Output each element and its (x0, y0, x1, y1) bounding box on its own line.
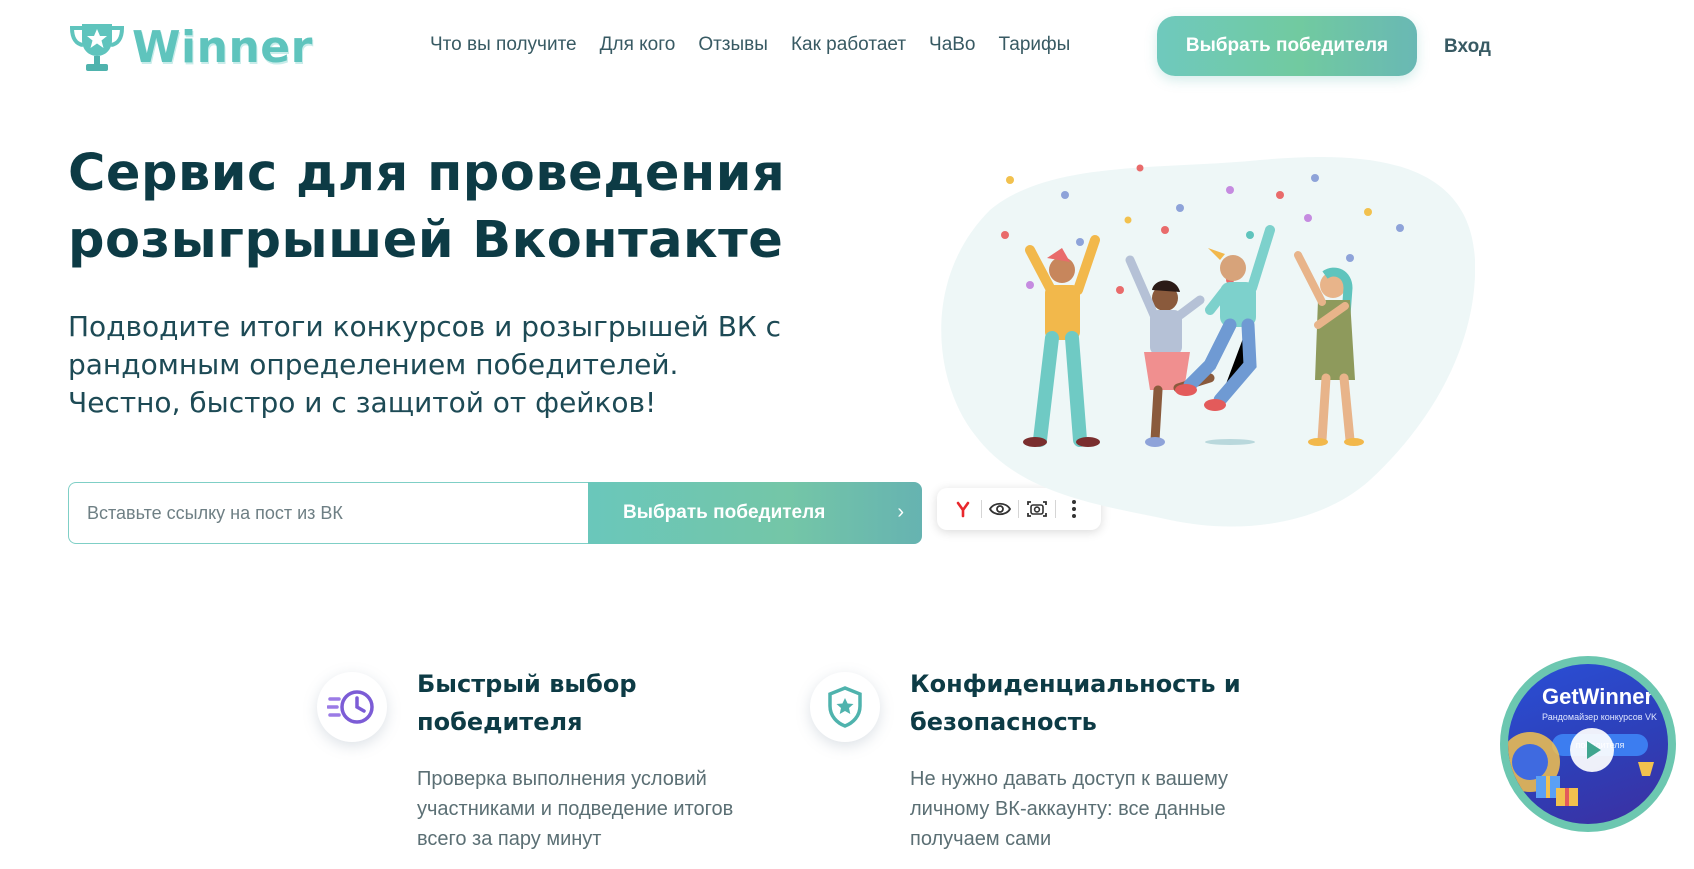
feature-text-line: участниками и подведение итогов (417, 798, 734, 820)
feature-title-line: победителя (417, 708, 583, 736)
feature-title-security: Конфиденциальность и безопасность (910, 665, 1290, 741)
feature-title-line: Быстрый выбор (417, 670, 637, 698)
hero-title: Сервис для проведения розыгрышей Вконтак… (68, 144, 786, 270)
promo-video-bubble[interactable]: GetWinner Рандомайзер конкурсов VK побед… (1500, 656, 1676, 832)
feature-text-speed: Проверка выполнения условий участниками … (417, 764, 777, 854)
nav-link-how-it-works[interactable]: Как работает (791, 34, 906, 56)
logo[interactable]: Winner (68, 18, 313, 76)
feature-text-security: Не нужно давать доступ к вашему личному … (910, 764, 1290, 854)
logo-text: Winner (132, 21, 313, 73)
play-icon[interactable] (1570, 728, 1614, 772)
celebrating-people-illustration (941, 156, 1475, 527)
hero-subtitle: Подводите итоги конкурсов и розыгрышей В… (68, 308, 868, 422)
feature-icon-speed (317, 672, 387, 742)
feature-title-line: безопасность (910, 708, 1097, 736)
main-nav: Что вы получите Для кого Отзывы Как рабо… (430, 34, 1093, 56)
feature-text-line: личному ВК-аккаунту: все данные (910, 798, 1226, 820)
post-link-input[interactable] (68, 482, 588, 544)
login-link[interactable]: Вход (1444, 36, 1491, 58)
nav-link-faq[interactable]: ЧаВо (929, 34, 975, 56)
hero-subtitle-line: Подводите итоги конкурсов и розыгрышей В… (68, 310, 782, 343)
chevron-right-icon: › (897, 501, 904, 523)
clock-fast-icon (327, 690, 374, 724)
nav-link-pricing[interactable]: Тарифы (999, 34, 1071, 56)
pick-winner-button-label: Выбрать победителя (623, 502, 826, 523)
trophy-icon (69, 24, 125, 71)
pick-winner-button[interactable]: Выбрать победителя › (588, 482, 922, 544)
site-header: Winner Что вы получите Для кого Отзывы К… (0, 0, 1694, 96)
feature-text-line: всего за пару минут (417, 828, 602, 850)
hero-subtitle-line: Честно, быстро и с защитой от фейков! (68, 386, 657, 419)
post-link-form: Выбрать победителя › (68, 482, 922, 544)
feature-text-line: Не нужно давать доступ к вашему (910, 768, 1229, 790)
feature-text-line: получаем сами (910, 828, 1052, 850)
shield-star-icon (828, 686, 862, 728)
feature-icon-security (810, 672, 880, 742)
hero-subtitle-line: рандомным определением победителей. (68, 348, 679, 381)
feature-title-speed: Быстрый выбор победителя (417, 665, 747, 741)
feature-title-line: Конфиденциальность и (910, 670, 1241, 698)
feature-text-line: Проверка выполнения условий (417, 768, 707, 790)
nav-link-benefits[interactable]: Что вы получите (430, 34, 577, 56)
nav-link-reviews[interactable]: Отзывы (698, 34, 768, 56)
nav-link-audience[interactable]: Для кого (600, 34, 676, 56)
pick-winner-header-button[interactable]: Выбрать победителя (1157, 16, 1417, 76)
